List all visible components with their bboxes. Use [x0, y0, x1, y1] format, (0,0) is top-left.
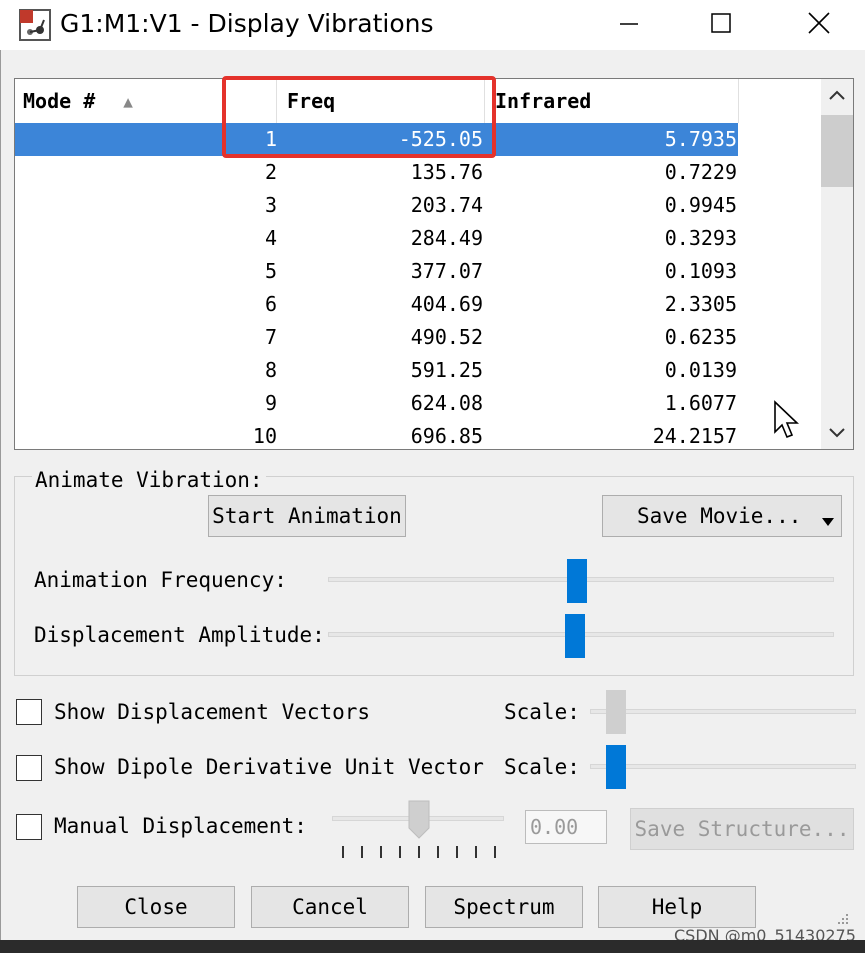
slider-tick	[399, 846, 401, 858]
vectors-scale-slider[interactable]	[590, 709, 856, 714]
mode-cell: 3	[264, 193, 277, 217]
save-movie-button[interactable]: Save Movie...	[602, 495, 842, 537]
vectors-scale-label: Scale:	[504, 700, 580, 724]
freq-cell: 284.49	[410, 226, 483, 250]
freq-cell: 696.85	[410, 424, 483, 448]
maximize-icon	[710, 12, 732, 38]
help-button[interactable]: Help	[598, 886, 756, 928]
close-window-button[interactable]	[784, 0, 854, 50]
mode-cell: 9	[264, 391, 277, 415]
table-row[interactable]: 5 377.07 0.1093	[15, 255, 738, 288]
mode-cell: 8	[264, 358, 277, 382]
column-header-label: Infrared	[495, 89, 592, 113]
freq-cell: 135.76	[410, 160, 483, 184]
animation-frequency-label: Animation Frequency:	[34, 568, 287, 592]
mode-cell: 6	[264, 292, 277, 316]
manual-displacement-checkbox[interactable]	[16, 814, 42, 840]
mode-cell: 2	[264, 160, 277, 184]
close-button[interactable]: Close	[77, 886, 235, 928]
freq-cell: 490.52	[410, 325, 483, 349]
manual-displacement-label: Manual Displacement:	[54, 814, 307, 838]
manual-displacement-value-input[interactable]: 0.00	[525, 810, 607, 844]
freq-cell: 591.25	[410, 358, 483, 382]
mode-cell: 4	[264, 226, 277, 250]
infrared-cell: 0.7229	[664, 160, 737, 184]
slider-tick	[494, 846, 496, 858]
displacement-amplitude-label: Displacement Amplitude:	[34, 623, 325, 647]
slider-tick	[437, 846, 439, 858]
spectrum-button[interactable]: Spectrum	[425, 886, 583, 928]
list-scrollbar-thumb[interactable]	[821, 115, 853, 187]
gaussview-app-icon	[18, 8, 52, 42]
dropdown-arrow-icon[interactable]	[821, 509, 835, 533]
mode-cell: 10	[252, 424, 277, 448]
column-header-label: Mode #	[23, 89, 96, 113]
table-row[interactable]: 6 404.69 2.3305	[15, 288, 738, 321]
start-animation-button[interactable]: Start Animation	[208, 495, 406, 537]
animate-vibration-label: Animate Vibration:	[32, 468, 266, 492]
freq-cell: 203.74	[410, 193, 483, 217]
displacement-amplitude-thumb[interactable]	[565, 614, 585, 658]
slider-tick	[456, 846, 458, 858]
mode-cell: 5	[264, 259, 277, 283]
infrared-cell: 0.6235	[664, 325, 737, 349]
table-row[interactable]: 9 624.08 1.6077	[15, 387, 738, 420]
mode-cell: 7	[264, 325, 277, 349]
show-displacement-vectors-checkbox[interactable]	[16, 699, 42, 725]
slider-tick	[475, 846, 477, 858]
table-row[interactable]: 10 696.85 24.2157	[15, 420, 738, 449]
table-row[interactable]: 3 203.74 0.9945	[15, 189, 738, 222]
table-row[interactable]: 4 284.49 0.3293	[15, 222, 738, 255]
column-header-infrared[interactable]: Infrared	[487, 79, 739, 123]
save-structure-button[interactable]: Save Structure...	[630, 808, 854, 850]
freq-cell: 404.69	[410, 292, 483, 316]
infrared-cell: 1.6077	[664, 391, 737, 415]
slider-tick	[361, 846, 363, 858]
dipole-scale-thumb[interactable]	[606, 745, 626, 789]
freq-cell: 624.08	[410, 391, 483, 415]
minimize-icon	[618, 12, 640, 38]
infrared-cell: 0.0139	[664, 358, 737, 382]
freq-cell: 377.07	[410, 259, 483, 283]
window-title: G1:M1:V1 - Display Vibrations	[60, 9, 434, 38]
slider-tick	[342, 846, 344, 858]
slider-tick	[418, 846, 420, 858]
animation-frequency-thumb[interactable]	[567, 559, 587, 603]
manual-displacement-thumb[interactable]	[408, 800, 430, 844]
table-row[interactable]: 8 591.25 0.0139	[15, 354, 738, 387]
table-row[interactable]: 7 490.52 0.6235	[15, 321, 738, 354]
window-bottom-edge	[0, 940, 865, 953]
dipole-scale-slider[interactable]	[590, 764, 856, 769]
vectors-scale-thumb[interactable]	[606, 690, 626, 734]
slider-tick	[380, 846, 382, 858]
show-dipole-derivative-checkbox[interactable]	[16, 755, 42, 781]
save-movie-label: Save Movie...	[637, 504, 802, 528]
show-dipole-derivative-label: Show Dipole Derivative Unit Vector	[54, 755, 484, 779]
infrared-cell: 0.9945	[664, 193, 737, 217]
infrared-cell: 2.3305	[664, 292, 737, 316]
table-row[interactable]: 2 135.76 0.7229	[15, 156, 738, 189]
scroll-up-icon[interactable]	[827, 87, 847, 107]
freq-highlight-box	[222, 76, 496, 158]
scroll-down-icon[interactable]	[827, 425, 847, 445]
infrared-cell: 0.3293	[664, 226, 737, 250]
close-icon	[807, 11, 831, 39]
maximize-button[interactable]	[686, 0, 756, 50]
minimize-button[interactable]	[594, 0, 664, 50]
show-displacement-vectors-label: Show Displacement Vectors	[54, 700, 371, 724]
dipole-scale-label: Scale:	[504, 755, 580, 779]
sort-ascending-icon: ▲	[123, 91, 133, 111]
infrared-cell: 5.7935	[664, 127, 737, 151]
infrared-cell: 24.2157	[652, 424, 737, 448]
mouse-cursor-icon	[773, 400, 801, 444]
infrared-cell: 0.1093	[664, 259, 737, 283]
cancel-button[interactable]: Cancel	[251, 886, 409, 928]
